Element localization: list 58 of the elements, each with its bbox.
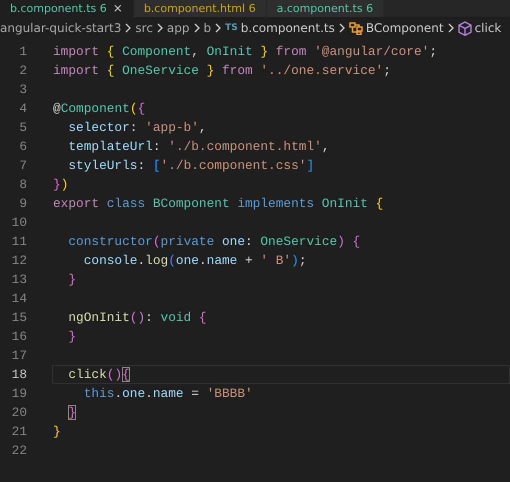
line-number: 18 xyxy=(10,366,27,384)
code-line: ngOnInit(): void { xyxy=(67,309,208,327)
code-line: export class BComponent implements OnInit { xyxy=(52,195,384,213)
code-line: } xyxy=(67,328,78,346)
line-number: 19 xyxy=(10,385,27,403)
close-icon[interactable]: × xyxy=(112,0,123,17)
code-line: styleUrls: ['./b.component.css'] xyxy=(67,157,316,175)
line-number: 7 xyxy=(18,157,27,175)
line-number: 2 xyxy=(18,62,27,80)
cube-icon xyxy=(458,20,472,36)
code-line: } xyxy=(67,271,78,289)
breadcrumb-item[interactable]: app xyxy=(166,21,190,35)
line-number: 12 xyxy=(10,252,27,270)
chevron-icon xyxy=(215,23,222,33)
line-number: 17 xyxy=(10,347,27,365)
line-number: 21 xyxy=(10,423,27,441)
line-number: 9 xyxy=(18,195,27,213)
code-line: } xyxy=(67,404,78,422)
code-line: selector: 'app-b', xyxy=(67,119,208,137)
editor-tab[interactable]: b.component.html 6 xyxy=(134,0,266,17)
line-number: 14 xyxy=(10,290,27,308)
line-number: 13 xyxy=(10,271,27,289)
line-number: 16 xyxy=(10,328,27,346)
editor-tab[interactable]: b.component.ts 6 × xyxy=(0,0,133,17)
breadcrumb-item[interactable]: click xyxy=(474,21,502,35)
line-number: 5 xyxy=(18,119,27,137)
line-number: 1 xyxy=(18,43,27,61)
code-line: }) xyxy=(52,176,70,194)
code-line: console.log(one.name + ' B'); xyxy=(82,252,308,270)
chevron-icon xyxy=(125,23,132,33)
code-line: import { Component, OnInit } from '@angular/core'; xyxy=(52,43,438,61)
breadcrumb-item[interactable]: angular-quick-start3 xyxy=(0,21,122,35)
line-number: 11 xyxy=(10,233,27,251)
code-line: @Component({ xyxy=(52,100,146,118)
line-number: 22 xyxy=(10,442,27,460)
line-number: 20 xyxy=(10,404,27,422)
chevron-icon xyxy=(338,23,345,33)
breadcrumb-item[interactable]: BComponent xyxy=(366,21,444,35)
code-line: constructor(private one: OneService) { xyxy=(67,233,362,251)
chevron-icon xyxy=(194,23,200,33)
line-number: 8 xyxy=(18,176,27,194)
typescript-icon: TS xyxy=(225,23,238,33)
breadcrumb-item[interactable]: b.component.ts xyxy=(240,21,335,35)
line-number: 6 xyxy=(18,138,27,156)
line-number: 15 xyxy=(10,309,27,327)
class-icon xyxy=(348,21,363,35)
breadcrumb-item[interactable]: b xyxy=(204,21,212,35)
code-line: templateUrl: './b.component.html', xyxy=(67,138,330,156)
line-number: 3 xyxy=(18,81,27,99)
line-number: 4 xyxy=(18,100,27,118)
chevron-icon xyxy=(156,23,163,33)
code-line: } xyxy=(52,423,62,441)
code-line: import { OneService } from '../one.service'; xyxy=(52,62,392,80)
editor-tab[interactable]: a.component.ts 6 xyxy=(266,0,384,17)
code-line: this.one.name = 'BBBB' xyxy=(82,385,254,403)
breadcrumb-item[interactable]: src xyxy=(135,21,153,35)
line-number: 10 xyxy=(10,214,27,232)
chevron-icon xyxy=(448,23,454,33)
